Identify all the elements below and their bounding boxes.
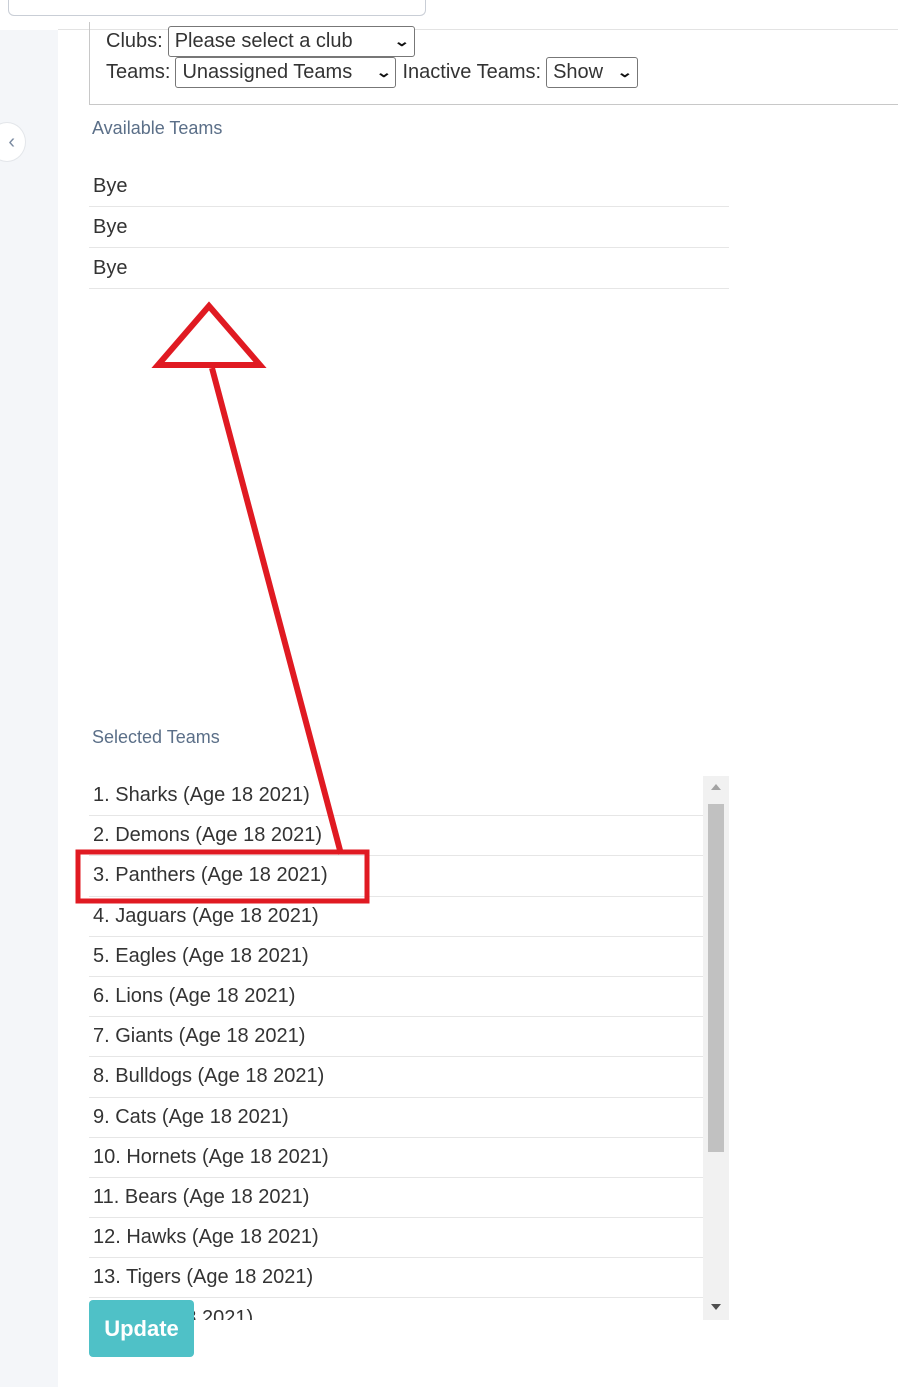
selected-teams-list: 1. Sharks (Age 18 2021) 2. Demons (Age 1… [89,776,703,1320]
arrow-down-icon[interactable] [711,1304,721,1310]
list-item[interactable]: 13. Tigers (Age 18 2021) [89,1258,703,1299]
list-item[interactable]: 3. Panthers (Age 18 2021) [89,856,703,897]
list-item[interactable]: 8. Bulldogs (Age 18 2021) [89,1057,703,1098]
teams-label: Teams: [106,61,171,83]
list-item[interactable]: 9. Cats (Age 18 2021) [89,1098,703,1138]
teams-select[interactable]: Unassigned Teams ⌄ [175,57,397,88]
list-item[interactable]: 11. Bears (Age 18 2021) [89,1178,703,1219]
list-item[interactable]: Bye [89,248,729,289]
teams-filter-row: Teams: Unassigned Teams ⌄ Inactive Teams… [106,57,639,88]
arrow-up-icon[interactable] [711,784,721,790]
update-button[interactable]: Update [89,1300,194,1357]
clubs-filter-row: Clubs: Please select a club ⌄ [106,26,415,57]
selected-teams-heading: Selected Teams [92,727,220,747]
list-item[interactable]: 6. Lions (Age 18 2021) [89,977,703,1018]
left-rail [0,30,58,1387]
list-item[interactable]: 10. Hornets (Age 18 2021) [89,1138,703,1178]
list-item[interactable]: 4. Jaguars (Age 18 2021) [89,897,703,937]
top-panel-edge [8,0,426,16]
selected-teams-listbox[interactable]: 1. Sharks (Age 18 2021) 2. Demons (Age 1… [89,776,729,1320]
available-teams-heading: Available Teams [92,118,223,138]
list-item[interactable]: Bye [89,166,729,207]
list-item[interactable]: 12. Hawks (Age 18 2021) [89,1218,703,1259]
chevron-down-icon: ⌄ [375,64,392,80]
scrollbar-thumb[interactable] [708,804,724,1152]
list-item[interactable]: 5. Eagles (Age 18 2021) [89,937,703,977]
list-item[interactable]: 7. Giants (Age 18 2021) [89,1017,703,1058]
inactive-teams-select[interactable]: Show ⌄ [546,57,639,88]
list-item[interactable]: Bye [89,207,729,248]
inactive-teams-label: Inactive Teams: [402,61,542,83]
scrollbar[interactable] [703,776,729,1320]
annotation-arrow-head [151,301,267,368]
list-item[interactable]: 2. Demons (Age 18 2021) [89,816,703,857]
clubs-select-value: Please select a club [174,30,353,52]
chevron-down-icon: ⌄ [393,33,411,49]
teams-select-value: Unassigned Teams [182,61,353,83]
list-item[interactable]: 1. Sharks (Age 18 2021) [89,776,703,817]
inactive-teams-select-value: Show [553,61,604,83]
chevron-left-icon: ‹ [8,130,15,153]
clubs-label: Clubs: [106,30,163,52]
chevron-down-icon: ⌄ [616,64,634,80]
clubs-select[interactable]: Please select a club ⌄ [167,26,415,57]
available-teams-list[interactable]: Bye Bye Bye [89,166,729,289]
